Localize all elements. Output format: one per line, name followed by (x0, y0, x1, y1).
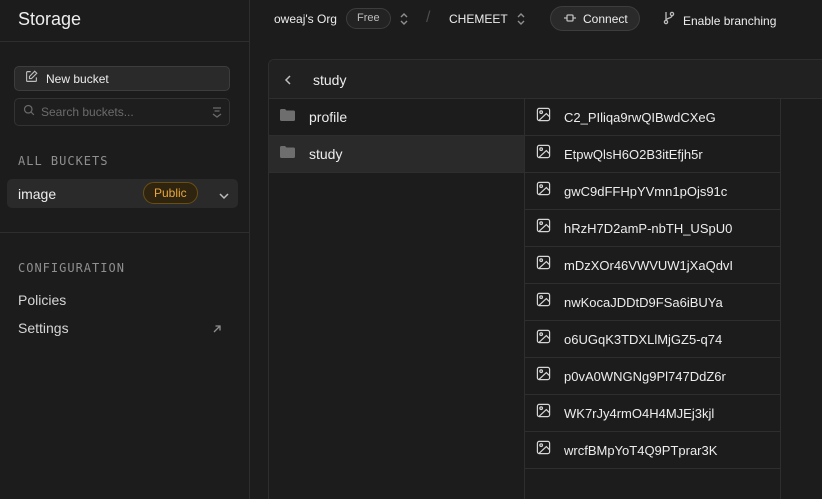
image-file-icon (536, 255, 551, 275)
folder-column: profile study (269, 99, 525, 499)
file-item[interactable]: o6UGqK3TDXLlMjGZ5-q74 (525, 321, 780, 358)
file-name: mDzXOr46VWVUW1jXaQdvI (564, 257, 734, 273)
connect-button[interactable]: Connect (550, 6, 640, 31)
image-file-icon (536, 144, 551, 164)
file-name: WK7rJy4rmO4H4MJEj3kjl (564, 405, 715, 421)
file-item[interactable]: nwKocaJDDtD9FSa6iBUYa (525, 284, 780, 321)
enable-branching-button[interactable]: Enable branching (663, 11, 776, 30)
file-name: wrcfBMpYoT4Q9PTprar3K (564, 442, 718, 458)
file-name: EtpwQlsH6O2B3itEfjh5r (564, 146, 703, 162)
file-name: C2_PIliqa9rwQIBwdCXeG (564, 109, 716, 125)
file-name: gwC9dFFHpYVmn1pOjs91c (564, 183, 728, 199)
all-buckets-heading: ALL BUCKETS (18, 154, 109, 168)
plan-badge: Free (346, 8, 391, 29)
folder-item-study[interactable]: study (269, 136, 524, 173)
chevron-left-icon[interactable] (283, 73, 293, 91)
image-file-icon (536, 329, 551, 349)
search-input[interactable] (41, 105, 201, 119)
edit-icon (25, 69, 38, 88)
chevron-down-icon[interactable] (218, 188, 230, 206)
folder-name: profile (309, 109, 348, 125)
file-column: C2_PIliqa9rwQIBwdCXeG EtpwQlsH6O2B3itEfjh… (525, 99, 781, 499)
breadcrumb-separator: / (426, 9, 431, 26)
image-file-icon (536, 218, 551, 238)
new-bucket-label: New bucket (46, 71, 109, 86)
image-file-icon (536, 292, 551, 312)
settings-link[interactable]: Settings (18, 320, 69, 336)
policies-link[interactable]: Policies (18, 292, 66, 308)
sidebar: Storage New bucket ALL BUCKETS image Pub… (0, 0, 250, 499)
file-name: nwKocaJDDtD9FSa6iBUYa (564, 294, 723, 310)
folder-name: study (309, 146, 343, 162)
status-badge: Public (143, 182, 198, 204)
enable-branching-label: Enable branching (683, 13, 777, 28)
file-item[interactable]: EtpwQlsH6O2B3itEfjh5r (525, 136, 780, 173)
file-item[interactable]: mDzXOr46VWVUW1jXaQdvI (525, 247, 780, 284)
divider (0, 41, 250, 42)
file-item[interactable]: p0vA0WNGNg9Pl747DdZ6r (525, 358, 780, 395)
chevron-up-down-icon[interactable] (516, 12, 526, 31)
file-item[interactable]: gwC9dFFHpYVmn1pOjs91c (525, 173, 780, 210)
file-item[interactable]: C2_PIliqa9rwQIBwdCXeG (525, 99, 780, 136)
file-item[interactable]: WK7rJy4rmO4H4MJEj3kjl (525, 395, 780, 432)
divider (0, 232, 250, 233)
file-name: p0vA0WNGNg9Pl747DdZ6r (564, 368, 726, 384)
breadcrumb: study (313, 72, 347, 88)
image-file-icon (536, 440, 551, 460)
file-item[interactable]: wrcfBMpYoT4Q9PTprar3K (525, 432, 780, 469)
file-name: hRzH7D2amP-nbTH_USpU0 (564, 220, 733, 236)
file-name: o6UGqK3TDXLlMjGZ5-q74 (564, 331, 723, 347)
page-title: Storage (18, 9, 82, 29)
new-bucket-button[interactable]: New bucket (14, 66, 230, 91)
configuration-heading: CONFIGURATION (18, 261, 125, 275)
folder-item-profile[interactable]: profile (269, 99, 524, 136)
image-file-icon (536, 403, 551, 423)
search-icon (23, 103, 35, 121)
bucket-name: image (18, 185, 57, 202)
org-name[interactable]: oweaj's Org (274, 12, 337, 26)
explorer-header: study (269, 60, 822, 99)
connect-label: Connect (583, 11, 628, 26)
image-file-icon (536, 366, 551, 386)
top-bar: oweaj's Org Free / CHEMEET Connect Enabl… (251, 0, 822, 38)
project-name[interactable]: CHEMEET (449, 12, 508, 26)
sort-icon[interactable] (211, 105, 223, 124)
git-branch-icon (663, 11, 675, 30)
arrow-up-right-icon[interactable] (212, 321, 222, 339)
file-explorer: study profile study C2_PIliqa9rwQIBwdCXe… (268, 59, 822, 499)
plug-icon (563, 10, 577, 28)
image-file-icon (536, 107, 551, 127)
chevron-up-down-icon[interactable] (399, 12, 409, 31)
file-item[interactable]: hRzH7D2amP-nbTH_USpU0 (525, 210, 780, 247)
folder-icon (279, 108, 296, 127)
image-file-icon (536, 181, 551, 201)
search-buckets[interactable] (14, 98, 230, 126)
folder-icon (279, 145, 296, 164)
bucket-item-image[interactable]: image Public (7, 179, 238, 208)
